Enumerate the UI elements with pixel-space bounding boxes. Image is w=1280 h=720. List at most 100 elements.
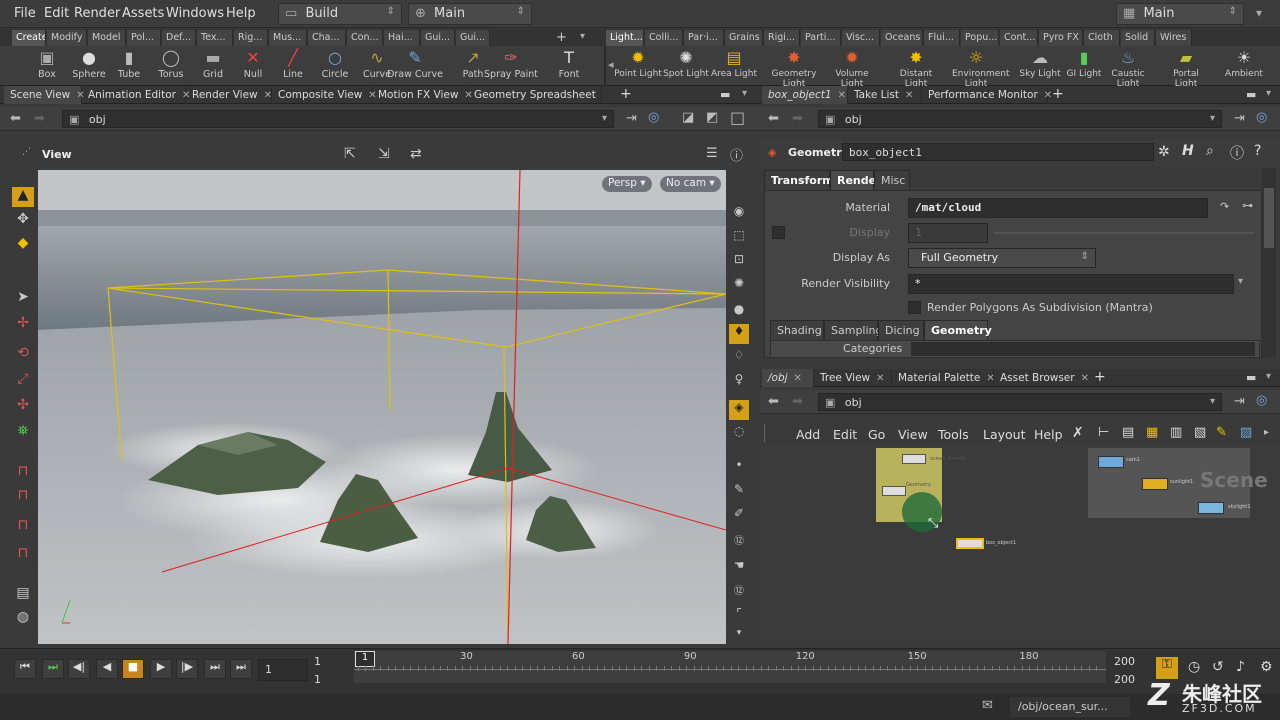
forward-arrow-icon[interactable]: ➡ <box>792 111 803 126</box>
desktop-dropdown[interactable]: ▭ Build ⇕ <box>278 3 402 25</box>
status-path[interactable]: /obj/ocean_sur... <box>1010 697 1130 717</box>
image-icon[interactable]: ▨ <box>1240 425 1252 440</box>
net-menu-edit[interactable]: Edit <box>833 427 857 442</box>
shelf-tab-4[interactable]: Def... <box>162 30 196 46</box>
select-tool-icon[interactable]: ⇱ <box>344 146 356 162</box>
shelf-tab-right-9[interactable]: Popu... <box>961 30 999 46</box>
main-tab-misc[interactable]: Misc <box>874 170 910 190</box>
timeline-track[interactable]: 1 30 60 90 120 150 180 <box>354 651 1106 683</box>
tool-ambient[interactable]: ☀ Ambient <box>1220 48 1268 79</box>
shelf-tab-1[interactable]: Modify <box>47 30 87 46</box>
forward-arrow-icon[interactable]: ➡ <box>792 394 803 409</box>
shelf-tab-right-10[interactable]: Cont... <box>1000 30 1038 46</box>
pose-icon[interactable]: ✣ <box>12 397 34 417</box>
net-tab-3[interactable]: Asset Browser ✕ <box>994 369 1098 387</box>
shelf-tab-9[interactable]: Con... <box>347 30 383 46</box>
box-object1-node[interactable] <box>956 538 984 549</box>
close-icon[interactable]: ✕ <box>1081 373 1089 384</box>
pane-menu-icon[interactable]: ▾ <box>1266 88 1271 99</box>
sticky-note-icon[interactable]: ✎ <box>1216 425 1227 440</box>
move-icon[interactable]: ✢ <box>12 315 34 335</box>
shelf-tab-right-4[interactable]: Rigi... <box>764 30 800 46</box>
shelf-tab-right-12[interactable]: Cloth <box>1084 30 1120 46</box>
dot-icon[interactable]: • <box>729 458 749 478</box>
close-icon[interactable]: ✕ <box>264 90 272 101</box>
tool-environment-light[interactable]: ☼ Environment Light <box>952 48 1009 89</box>
add-shelf-tab-icon[interactable]: + <box>556 30 567 45</box>
add-tab-icon[interactable]: + <box>1052 86 1064 102</box>
sub-tab-geometry[interactable]: Geometry <box>924 320 992 340</box>
shelf-tab-5[interactable]: Tex... <box>197 30 233 46</box>
categories-field[interactable] <box>911 342 1255 356</box>
add-tab-icon[interactable]: + <box>1094 369 1106 385</box>
sub-tab-shading[interactable]: Shading <box>770 320 824 340</box>
pane-menu-icon[interactable]: ▾ <box>742 88 747 99</box>
handle-icon[interactable]: ◆ <box>12 235 34 255</box>
maximize-icon[interactable]: ▬ <box>1246 88 1256 101</box>
net-menu-go[interactable]: Go <box>868 427 885 442</box>
sub-tab-dicing[interactable]: Dicing <box>878 320 924 340</box>
tool-geometry-light[interactable]: ✸ Geometry Light <box>770 48 818 89</box>
audio-icon[interactable]: ♪ <box>1236 659 1245 675</box>
link-icon[interactable]: ◎ <box>648 110 659 125</box>
node-name-field[interactable]: box_object1 <box>842 143 1154 161</box>
back-arrow-icon[interactable]: ⬅ <box>10 111 21 126</box>
menu-assets[interactable]: Assets <box>122 6 164 21</box>
geometry-node[interactable] <box>882 486 906 496</box>
headlight-icon[interactable]: ♀ <box>729 372 749 392</box>
lamp-icon[interactable]: ♢ <box>729 348 749 368</box>
rotate-icon[interactable]: ⟲ <box>12 345 34 365</box>
layout-icon[interactable]: ▧ <box>1194 425 1206 440</box>
search-icon[interactable]: ⌕ <box>1206 143 1214 159</box>
display-icon[interactable]: ⬚ <box>729 228 749 248</box>
close-icon[interactable]: ✕ <box>876 373 884 384</box>
close-icon[interactable]: ✕ <box>838 90 846 101</box>
grid-view-icon[interactable]: ▦ <box>1146 425 1158 440</box>
tool-line[interactable]: ╱ Line <box>276 48 310 80</box>
close-icon[interactable]: ✕ <box>794 373 802 384</box>
maximize-icon[interactable]: ▬ <box>1246 371 1256 384</box>
shelf-tab-right-2[interactable]: Par·i... <box>684 30 724 46</box>
shelf-tab-2[interactable]: Model <box>88 30 126 46</box>
display-field[interactable]: 1 <box>908 223 988 243</box>
tool-box[interactable]: ▣ Box <box>30 48 64 80</box>
shelf-tab-right-8[interactable]: Flui... <box>924 30 960 46</box>
param-path-field[interactable]: ▣ obj ▾ <box>818 110 1222 128</box>
display-as-dropdown[interactable]: Full Geometry ⇕ <box>908 248 1096 268</box>
subdivision-checkbox[interactable] <box>908 301 921 314</box>
menu-file[interactable]: File <box>14 6 36 21</box>
move-tool-icon[interactable]: ⇲ <box>378 146 390 162</box>
display-slider[interactable] <box>994 232 1254 234</box>
tool-tube[interactable]: ▮ Tube <box>112 48 146 80</box>
shelf-tab-10[interactable]: Hai... <box>384 30 420 46</box>
tool-area-light[interactable]: ▤ Area Light <box>710 48 758 79</box>
twelve-icon[interactable]: ⑫ <box>729 582 749 602</box>
chat-icon[interactable]: ✉ <box>982 698 993 713</box>
shelf-tab-right-11[interactable]: Pyro FX <box>1039 30 1083 46</box>
material-field[interactable]: /mat/cloud <box>908 198 1208 218</box>
chevron-right-icon[interactable]: ▸ <box>1264 427 1269 438</box>
corner-icon[interactable]: ⌜ <box>729 606 749 626</box>
shelf-tab-right-1[interactable]: Colli... <box>645 30 683 46</box>
shelf-tab-12[interactable]: Gui... <box>456 30 490 46</box>
ocean-interior-node[interactable] <box>902 454 926 464</box>
step-start-icon[interactable]: ⏭ <box>42 659 64 679</box>
tab-composite-view[interactable]: Composite View ✕ <box>272 86 377 104</box>
play-reverse-icon[interactable]: ◀ <box>96 659 118 679</box>
tab-geometry-spreadsheet[interactable]: Geometry Spreadsheet <box>468 86 602 104</box>
network-editor[interactable]: ocean_interior Geometry ⤡ box_object1 Sc… <box>760 446 1280 644</box>
magnet-icon[interactable]: ⊓ <box>12 463 34 483</box>
select-arrow-icon[interactable]: ▲ <box>12 187 34 207</box>
stop-icon[interactable]: ■ <box>122 659 144 679</box>
tool-gi-light[interactable]: ▮ GI Light <box>1060 48 1108 79</box>
shelf-tab-right-0[interactable]: Light... <box>606 30 644 46</box>
range-end-value[interactable]: 1 <box>314 673 321 686</box>
main-tab-render[interactable]: Render <box>830 170 882 190</box>
shelf-tab-8[interactable]: Cha... <box>308 30 346 46</box>
view-label[interactable]: View <box>42 148 72 161</box>
chevron-down-icon[interactable]: ▾ <box>729 628 749 648</box>
translate-icon[interactable]: ✥ <box>12 211 34 231</box>
info-icon[interactable]: ⓘ <box>1230 143 1244 163</box>
tab-motion-fx-view[interactable]: Motion FX View ✕ <box>372 86 473 104</box>
play-icon[interactable]: ▶ <box>150 659 172 679</box>
